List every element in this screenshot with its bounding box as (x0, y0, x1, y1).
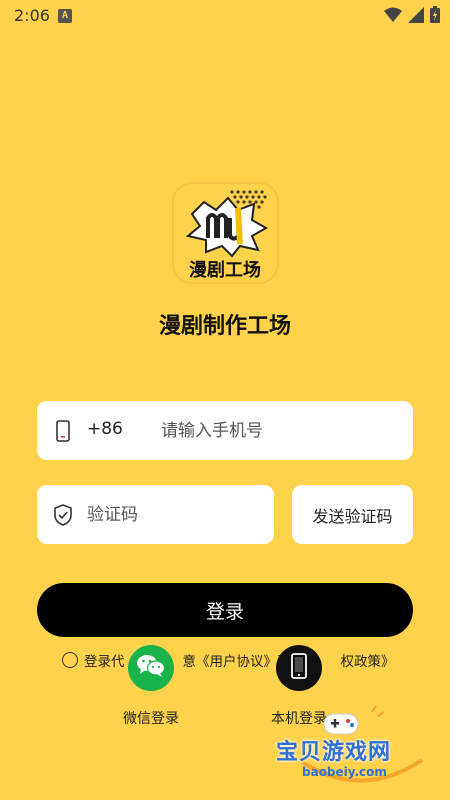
status-time: 2:06 (14, 6, 50, 25)
country-code[interactable]: +86 (87, 419, 123, 439)
battery-icon (430, 6, 440, 23)
watermark-text: 宝贝游戏网 (276, 740, 392, 765)
agreement-prefix: 登录代 (84, 654, 125, 670)
local-login-button[interactable] (276, 645, 322, 691)
shield-icon (53, 504, 73, 526)
status-bar: 2:06 A (0, 0, 450, 32)
phone-field: +86 (37, 401, 416, 460)
wechat-icon (136, 653, 166, 683)
phone-icon (53, 420, 73, 442)
signal-icon (408, 6, 424, 23)
phone-icon (290, 653, 308, 683)
code-field (37, 485, 274, 544)
app-name: 漫剧制作工场 (158, 314, 291, 339)
app-logo-text: 漫剧工场 (189, 260, 261, 281)
agreement-middle[interactable]: 意《用户协议》和 (183, 650, 291, 670)
send-code-button[interactable]: 发送验证码 (292, 485, 413, 544)
phone-input[interactable] (147, 401, 416, 460)
wifi-icon (384, 7, 402, 23)
app-logo: 漫剧工场 (174, 184, 277, 282)
code-input[interactable] (87, 485, 267, 544)
agree-checkbox[interactable] (62, 652, 78, 668)
login-button[interactable]: 登录 (37, 583, 413, 637)
agreement-row: 登录代 意《用户协议》和 权政策》 (62, 650, 395, 670)
watermark-url: baobeiy.com (302, 765, 387, 779)
status-icons (384, 6, 440, 23)
notification-icon: A (58, 9, 72, 23)
wechat-login-label: 微信登录 (123, 711, 179, 727)
wechat-login-button[interactable] (128, 645, 174, 691)
agreement-suffix[interactable]: 权政策》 (341, 650, 395, 670)
